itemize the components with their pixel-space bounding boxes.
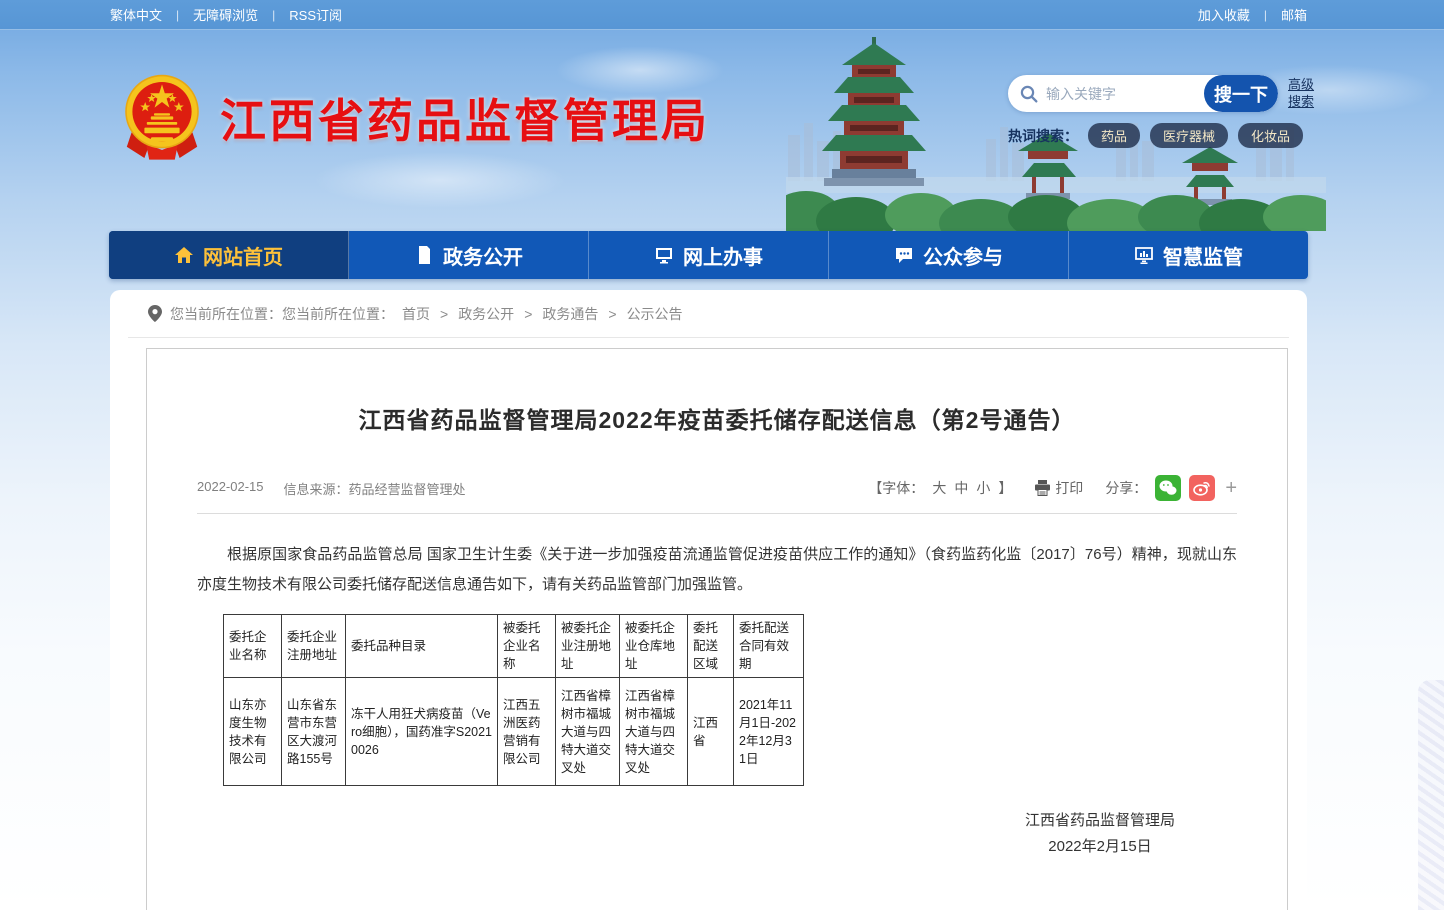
search-box: 搜一下 <box>1008 75 1278 112</box>
topbar-divider: | <box>1264 8 1267 22</box>
article-source: 信息来源：药品经营监督管理处 <box>284 479 466 498</box>
nav-item-smart-supervision[interactable]: 智慧监管 <box>1069 231 1308 279</box>
nav-item-label: 智慧监管 <box>1163 241 1243 270</box>
topbar-left-links: 繁体中文 | 无障碍浏览 | RSS订阅 <box>110 5 342 24</box>
fontsize-medium-button[interactable]: 中 <box>954 478 968 498</box>
breadcrumb-separator: > <box>440 306 448 322</box>
link-accessibility[interactable]: 无障碍浏览 <box>193 5 258 24</box>
fontsize-small-button[interactable]: 小 <box>976 478 990 498</box>
article-date: 2022-02-15 <box>197 479 264 498</box>
advanced-search-line2[interactable]: 搜索 <box>1288 93 1314 110</box>
breadcrumb-item-gov-disclosure[interactable]: 政务公开 <box>458 304 514 324</box>
link-add-favorite[interactable]: 加入收藏 <box>1198 5 1250 24</box>
content-panel: 您当前所在位置：您当前所在位置： 首页 > 政务公开 > 政务通告 > 公示公告… <box>110 290 1307 910</box>
print-label: 打印 <box>1055 478 1083 498</box>
chat-icon <box>894 245 914 265</box>
cell-contract-validity: 2021年11月1日-2022年12月31日 <box>734 678 804 786</box>
col-header: 被委托企业注册地址 <box>556 615 620 678</box>
breadcrumb-separator: > <box>608 306 616 322</box>
topbar-divider: | <box>272 8 275 22</box>
site-brand: 江西省药品监督管理局 <box>122 72 710 164</box>
background-ornament <box>1418 680 1444 910</box>
hot-word-drug[interactable]: 药品 <box>1088 123 1140 148</box>
breadcrumb-item-gov-notices[interactable]: 政务通告 <box>542 304 598 324</box>
fontsize-bracket-close: 】 <box>998 478 1012 498</box>
table-header-row: 委托企业名称 委托企业注册地址 委托品种目录 被委托企业名称 被委托企业注册地址… <box>224 615 804 678</box>
search-button[interactable]: 搜一下 <box>1204 75 1278 112</box>
signature-org: 江西省药品监督管理局 <box>1025 808 1175 834</box>
col-header: 被委托企业名称 <box>498 615 556 678</box>
nav-item-label: 政务公开 <box>443 241 523 270</box>
nav-item-label: 公众参与 <box>923 241 1003 270</box>
site-title: 江西省药品监督管理局 <box>220 85 710 151</box>
article-title: 江西省药品监督管理局2022年疫苗委托储存配送信息（第2号通告） <box>197 401 1237 435</box>
printer-icon <box>1034 480 1051 496</box>
article-signature: 江西省药品监督管理局 2022年2月15日 <box>197 808 1237 860</box>
nav-item-online-services[interactable]: 网上办事 <box>589 231 829 279</box>
signature-date: 2022年2月15日 <box>1025 834 1175 860</box>
nav-item-gov-disclosure[interactable]: 政务公开 <box>349 231 589 279</box>
article-box: 江西省药品监督管理局2022年疫苗委托储存配送信息（第2号通告） 2022-02… <box>146 348 1288 910</box>
col-header: 委托配送合同有效期 <box>734 615 804 678</box>
share-label: 分享： <box>1105 478 1147 498</box>
hot-search-label: 热词搜索： <box>1008 126 1078 146</box>
link-mailbox[interactable]: 邮箱 <box>1281 5 1307 24</box>
vaccine-delegation-table: 委托企业名称 委托企业注册地址 委托品种目录 被委托企业名称 被委托企业注册地址… <box>223 614 804 786</box>
link-traditional-chinese[interactable]: 繁体中文 <box>110 5 162 24</box>
col-header: 委托企业名称 <box>224 615 282 678</box>
article-body-paragraph: 根据原国家食品药品监管总局 国家卫生计生委《关于进一步加强疫苗流通监管促进疫苗供… <box>197 540 1237 600</box>
site-header: 江西省药品监督管理局 搜一下 高级 搜索 热词搜索： 药品 医疗器械 化妆品 <box>0 30 1444 231</box>
monitor-icon <box>654 245 674 265</box>
smart-monitor-icon <box>1134 245 1154 265</box>
nav-item-label: 网上办事 <box>683 241 763 270</box>
share-more-button[interactable]: + <box>1225 477 1237 500</box>
location-pin-icon <box>148 305 162 322</box>
share-weibo-icon[interactable] <box>1189 475 1215 501</box>
breadcrumb-separator: > <box>524 306 532 322</box>
advanced-search-line1[interactable]: 高级 <box>1288 76 1314 93</box>
print-button[interactable]: 打印 <box>1034 478 1083 498</box>
search-input[interactable] <box>1046 86 1204 102</box>
nav-item-home[interactable]: 网站首页 <box>109 231 349 279</box>
cell-entrusted-address: 江西省樟树市福城大道与四特大道交叉处 <box>556 678 620 786</box>
link-rss[interactable]: RSS订阅 <box>289 5 342 24</box>
breadcrumb: 您当前所在位置：您当前所在位置： 首页 > 政务公开 > 政务通告 > 公示公告 <box>128 290 1289 338</box>
article-meta-left: 2022-02-15 信息来源：药品经营监督管理处 <box>197 479 466 498</box>
cell-delivery-region: 江西省 <box>688 678 734 786</box>
page: 繁体中文 | 无障碍浏览 | RSS订阅 加入收藏 | 邮箱 <box>0 0 1444 910</box>
article-meta-row: 2022-02-15 信息来源：药品经营监督管理处 【字体： 大 中 小 】 <box>197 475 1237 514</box>
col-header: 委托企业注册地址 <box>282 615 346 678</box>
cell-entrusted-company: 江西五洲医药营销有限公司 <box>498 678 556 786</box>
col-header: 委托配送区域 <box>688 615 734 678</box>
hot-search-row: 热词搜索： 药品 医疗器械 化妆品 <box>1008 123 1328 148</box>
col-header: 委托品种目录 <box>346 615 498 678</box>
national-emblem-logo <box>122 72 202 164</box>
breadcrumb-prefix: 您当前所在位置：您当前所在位置： <box>170 304 394 324</box>
share-wechat-icon[interactable] <box>1155 475 1181 501</box>
cell-entrusting-company: 山东亦度生物技术有限公司 <box>224 678 282 786</box>
fontsize-bracket-open: 【字体： <box>868 478 924 498</box>
home-icon <box>174 245 194 265</box>
search-icon <box>1020 85 1038 103</box>
cell-entrusting-address: 山东省东营市东营区大渡河路155号 <box>282 678 346 786</box>
topbar-divider: | <box>176 8 179 22</box>
hot-word-medical-device[interactable]: 医疗器械 <box>1150 123 1228 148</box>
advanced-search-link: 高级 搜索 <box>1288 76 1314 110</box>
table-row: 山东亦度生物技术有限公司 山东省东营市东营区大渡河路155号 冻干人用狂犬病疫苗… <box>224 678 804 786</box>
nav-item-label: 网站首页 <box>203 241 283 270</box>
breadcrumb-item-home[interactable]: 首页 <box>402 304 430 324</box>
topbar: 繁体中文 | 无障碍浏览 | RSS订阅 加入收藏 | 邮箱 <box>0 0 1444 30</box>
col-header: 被委托企业仓库地址 <box>620 615 688 678</box>
main-nav: 网站首页 政务公开 网上办事 公众参与 智慧监管 <box>109 231 1308 279</box>
article-meta-right: 【字体： 大 中 小 】 打印 <box>868 475 1237 501</box>
fontsize-large-button[interactable]: 大 <box>932 478 946 498</box>
cell-warehouse-address: 江西省樟树市福城大道与四特大道交叉处 <box>620 678 688 786</box>
search-area: 搜一下 高级 搜索 热词搜索： 药品 医疗器械 化妆品 <box>1008 75 1328 148</box>
document-icon <box>414 245 434 265</box>
nav-item-public-participation[interactable]: 公众参与 <box>829 231 1069 279</box>
breadcrumb-item-public-announcements[interactable]: 公示公告 <box>627 304 683 324</box>
cell-product-catalog: 冻干人用狂犬病疫苗（Vero细胞），国药准字S20210026 <box>346 678 498 786</box>
hot-word-cosmetics[interactable]: 化妆品 <box>1238 123 1303 148</box>
topbar-right-links: 加入收藏 | 邮箱 <box>1198 5 1307 24</box>
